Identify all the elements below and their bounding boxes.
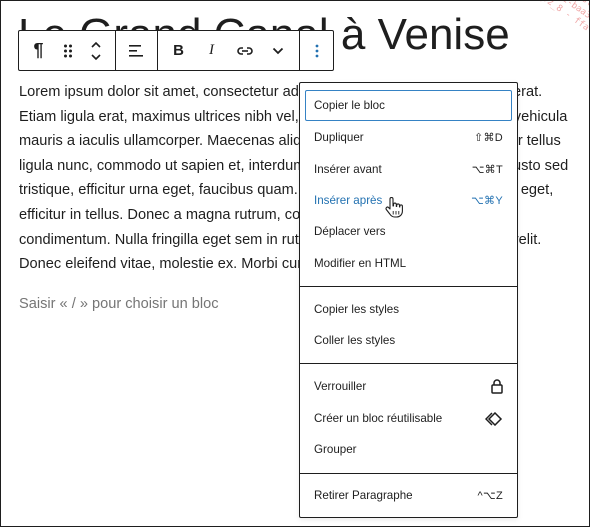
align-left-icon: [129, 44, 144, 57]
shortcut-label: ⌥⌘Y: [471, 195, 503, 207]
link-icon: [236, 46, 253, 55]
italic-icon: I: [209, 42, 215, 58]
menu-divider: [300, 473, 517, 474]
move-up-down-button[interactable]: [81, 31, 111, 70]
move-up-down-icon: [91, 41, 101, 60]
toolbar-group-format: B I: [158, 31, 300, 70]
menu-item-copy-styles[interactable]: Copier les styles: [306, 294, 511, 325]
bold-button[interactable]: B: [162, 31, 195, 70]
menu-item-duplicate[interactable]: Dupliquer ⇧⌘D: [306, 122, 511, 153]
menu-item-paste-styles[interactable]: Coller les styles: [306, 325, 511, 356]
bold-icon: B: [173, 42, 184, 59]
block-options-menu: Copier le bloc Dupliquer ⇧⌘D Insérer ava…: [299, 82, 518, 518]
more-formatting-button[interactable]: [261, 31, 294, 70]
toolbar-group-align: [116, 31, 159, 70]
drag-handle-button[interactable]: [55, 31, 81, 70]
chevron-down-icon: [272, 47, 283, 54]
menu-item-insert-before[interactable]: Insérer avant ⌥⌘T: [306, 154, 511, 185]
italic-button[interactable]: I: [195, 31, 228, 70]
menu-divider: [300, 363, 517, 364]
menu-item-insert-after[interactable]: Insérer après ⌥⌘Y: [306, 185, 511, 216]
options-button[interactable]: [300, 31, 333, 70]
reusable-block-icon: [485, 411, 503, 426]
link-button[interactable]: [228, 31, 261, 70]
menu-divider: [300, 286, 517, 287]
watermark: 6-test-c 4761-baa3- test_v2_8 - ffa: [518, 0, 590, 34]
editor-canvas: Le Grand Canal à Venise 6-test-c 4761-ba…: [0, 0, 590, 527]
toolbar-group-options: [300, 31, 333, 70]
block-toolbar: ¶ B I: [18, 30, 334, 71]
menu-item-lock[interactable]: Verrouiller: [306, 371, 511, 402]
drag-handle-icon: [64, 44, 72, 57]
menu-item-group[interactable]: Grouper: [306, 434, 511, 465]
shortcut-label: ⌥⌘T: [471, 164, 503, 176]
align-button[interactable]: [120, 31, 153, 70]
shortcut-label: ^⌥Z: [477, 490, 503, 502]
more-options-icon: [315, 44, 318, 57]
menu-item-move-to[interactable]: Déplacer vers: [306, 216, 511, 247]
block-placeholder[interactable]: Saisir « / » pour choisir un bloc: [19, 292, 219, 316]
paragraph-icon: ¶: [33, 40, 44, 60]
toolbar-group-block: ¶: [19, 31, 116, 70]
block-type-button[interactable]: ¶: [22, 31, 55, 70]
menu-item-edit-html[interactable]: Modifier en HTML: [306, 248, 511, 279]
menu-item-copy-block[interactable]: Copier le bloc: [305, 90, 512, 121]
lock-icon: [491, 379, 503, 394]
menu-item-create-reusable-block[interactable]: Créer un bloc réutilisable: [306, 403, 511, 434]
shortcut-label: ⇧⌘D: [473, 132, 503, 144]
hand-cursor-icon: [385, 197, 403, 218]
menu-item-remove-paragraph[interactable]: Retirer Paragraphe ^⌥Z: [306, 480, 511, 511]
